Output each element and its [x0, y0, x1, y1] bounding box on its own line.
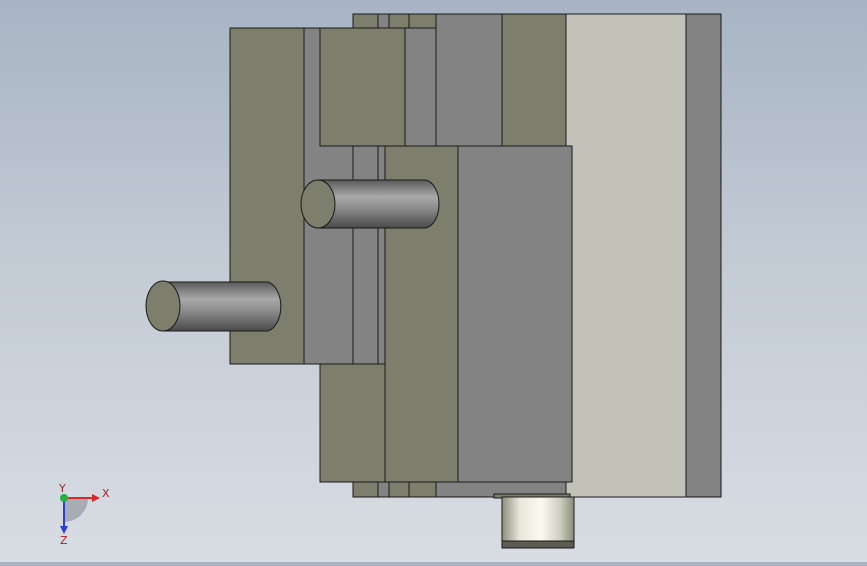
x-axis-arrow-icon	[92, 494, 100, 502]
top-plate-3	[388, 13, 410, 29]
upper-housing-block	[501, 13, 567, 147]
triad-shadow	[64, 498, 88, 522]
upper-gray-block	[435, 13, 503, 147]
light-housing-panel	[565, 13, 687, 498]
front-gray-block	[457, 145, 573, 483]
connector-base	[501, 540, 575, 549]
x-axis-label: X	[102, 487, 110, 500]
y-axis-dot-icon	[60, 494, 68, 502]
lower-pin	[145, 280, 282, 332]
top-plate-1	[352, 13, 379, 29]
bottom-plate-3	[388, 481, 410, 498]
connector-body	[501, 496, 575, 542]
top-plate-2	[377, 13, 390, 29]
strip-1	[352, 145, 379, 365]
strip-2	[377, 145, 386, 365]
upper-carriage-gray	[404, 27, 437, 147]
z-axis-arrow-icon	[60, 526, 68, 534]
model-view[interactable]	[0, 0, 867, 562]
top-plate-4	[408, 13, 437, 29]
bottom-plate-1	[352, 481, 379, 498]
cad-viewport[interactable]	[0, 0, 867, 562]
bottom-plate-2	[377, 481, 390, 498]
right-end-plate	[685, 13, 722, 498]
upper-carriage-dark	[319, 27, 406, 147]
lower-left-block	[319, 363, 386, 483]
orientation-triad: X Y Z	[48, 482, 118, 547]
y-axis-label: Y	[58, 482, 66, 495]
bottom-plate-4	[408, 481, 437, 498]
upper-pin	[300, 179, 440, 229]
z-axis-label: Z	[60, 534, 68, 546]
